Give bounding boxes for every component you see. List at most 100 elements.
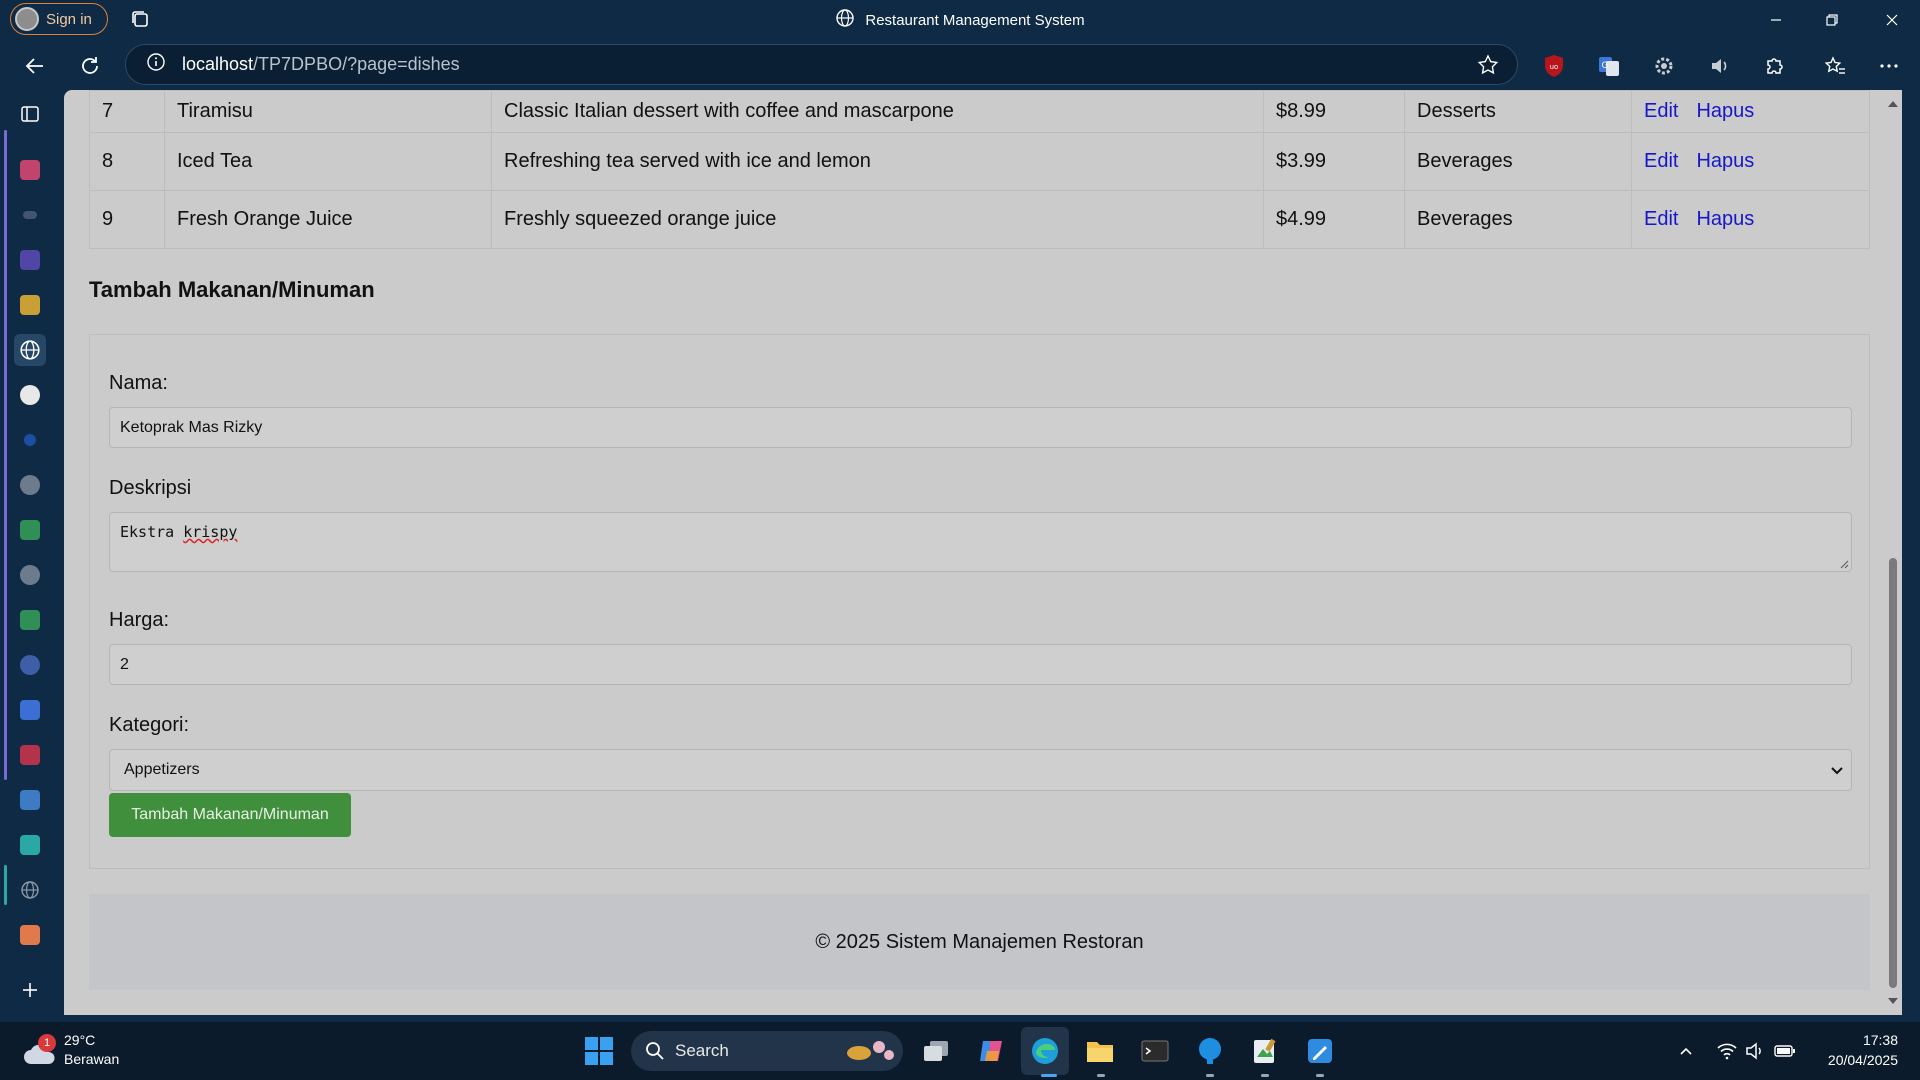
weather-badge: 1	[38, 1034, 56, 1052]
page-viewport: 7 Tiramisu Classic Italian dessert with …	[64, 90, 1902, 1015]
sidebar-tab-globe[interactable]	[14, 874, 46, 906]
app-button-blue[interactable]	[1194, 1035, 1226, 1067]
favorites-icon[interactable]	[1819, 50, 1851, 82]
edge-icon	[1032, 1038, 1058, 1064]
weather-widget[interactable]: 1 29°C Berawan	[22, 1030, 142, 1072]
cell-price: $4.99	[1263, 190, 1405, 249]
sidebar-tab-chatgpt[interactable]	[14, 379, 46, 411]
sign-in-button[interactable]: Sign in	[10, 3, 108, 35]
table-row: 7 Tiramisu Classic Italian dessert with …	[89, 90, 1870, 133]
sidebar-tab-2[interactable]	[14, 199, 46, 231]
cell-category: Beverages	[1404, 190, 1632, 249]
clock-time: 17:38	[1862, 1032, 1898, 1048]
cell-price: $8.99	[1263, 90, 1405, 133]
close-window-button[interactable]	[1864, 0, 1920, 40]
new-tab-button[interactable]	[14, 974, 46, 1006]
read-aloud-extension-icon[interactable]	[1703, 50, 1735, 82]
sidebar-tab-drive[interactable]	[14, 514, 46, 546]
vertical-tabs-icon[interactable]	[14, 98, 46, 130]
submit-add-dish-button[interactable]: Tambah Makanan/Minuman	[109, 793, 351, 837]
cell-actions: Edit Hapus	[1631, 190, 1870, 249]
workspaces-icon[interactable]	[128, 8, 152, 32]
github-icon	[20, 475, 40, 495]
sidebar-tab-4[interactable]	[14, 289, 46, 321]
cell-id: 8	[89, 132, 165, 191]
sidebar-tab-docs[interactable]	[14, 694, 46, 726]
extensions-puzzle-icon[interactable]	[1758, 50, 1790, 82]
svg-text:uo: uo	[1550, 63, 1559, 71]
docs-icon	[20, 700, 40, 720]
sidebar-tab-github[interactable]	[14, 469, 46, 501]
edit-link[interactable]: Edit	[1644, 100, 1678, 122]
sidebar-tab-player[interactable]	[14, 784, 46, 816]
sidebar-tab-search[interactable]	[14, 424, 46, 456]
sidebar-tab-media[interactable]	[14, 919, 46, 951]
ublock-extension-icon[interactable]: uo	[1538, 50, 1570, 82]
favorite-star-icon[interactable]	[1477, 54, 1499, 81]
tray-overflow-button[interactable]	[1678, 1040, 1694, 1062]
tab-group-indicator-2	[4, 865, 7, 905]
minimize-button[interactable]	[1748, 0, 1804, 40]
sidebar-tab-3[interactable]	[14, 244, 46, 276]
file-explorer-button[interactable]	[1084, 1035, 1116, 1067]
translate-extension-icon[interactable]: G	[1593, 50, 1625, 82]
sidebar-tab-current[interactable]	[14, 334, 46, 366]
price-input[interactable]: 2	[109, 644, 1852, 685]
globe-icon	[20, 340, 40, 360]
clock-date: 20/04/2025	[1827, 1052, 1898, 1068]
task-view-button[interactable]	[920, 1035, 952, 1067]
delete-link[interactable]: Hapus	[1696, 100, 1754, 122]
edit-link[interactable]: Edit	[1644, 208, 1678, 230]
site-icon	[23, 211, 37, 219]
edge-taskbar-button[interactable]	[1029, 1035, 1061, 1067]
category-select[interactable]: Appetizers	[109, 749, 1852, 791]
site-info-icon[interactable]	[146, 52, 166, 77]
scroll-up-arrow-icon[interactable]	[1887, 98, 1899, 110]
scrollbar-thumb[interactable]	[1889, 558, 1897, 988]
terminal-button[interactable]	[1139, 1035, 1171, 1067]
sidebar-tab-chrome[interactable]	[14, 649, 46, 681]
resize-handle-icon[interactable]	[1839, 559, 1849, 569]
taskbar-clock[interactable]: 17:38 20/04/2025	[1828, 1030, 1898, 1070]
sidebar-tab-edit[interactable]	[14, 829, 46, 861]
footer-text: © 2025 Sistem Manajemen Restoran	[815, 930, 1144, 953]
network-button[interactable]	[1716, 1040, 1738, 1062]
back-button[interactable]	[19, 50, 51, 82]
edit-link[interactable]: Edit	[1644, 150, 1678, 172]
price-label: Harga:	[109, 609, 170, 631]
taskbar-search[interactable]: Search	[631, 1031, 903, 1071]
reload-button[interactable]	[74, 50, 106, 82]
sidebar-tab-pdf[interactable]	[14, 739, 46, 771]
volume-button[interactable]	[1745, 1040, 1765, 1062]
copilot-button[interactable]	[975, 1035, 1007, 1067]
window-title-text: Restaurant Management System	[865, 11, 1085, 29]
delete-link[interactable]: Hapus	[1696, 150, 1754, 172]
notepad-button[interactable]	[1249, 1035, 1281, 1067]
restore-button[interactable]	[1804, 0, 1860, 40]
back-arrow-icon	[25, 58, 43, 74]
list-icon	[20, 250, 40, 270]
battery-button[interactable]	[1774, 1040, 1796, 1062]
task-view-icon	[924, 1041, 948, 1061]
sidebar-tab-yahoo[interactable]	[14, 154, 46, 186]
name-input[interactable]: Ketoprak Mas Rizky	[109, 407, 1852, 448]
category-select-value: Appetizers	[124, 761, 200, 778]
sidebar-tab-github-2[interactable]	[14, 559, 46, 591]
delete-link[interactable]: Hapus	[1696, 208, 1754, 230]
search-label: Search	[675, 1041, 729, 1060]
edge-active-indicator	[1041, 1074, 1057, 1077]
address-bar[interactable]: localhost/TP7DPBO/?page=dishes	[125, 44, 1518, 85]
scroll-down-arrow-icon[interactable]	[1887, 995, 1899, 1007]
price-input-value: 2	[120, 655, 129, 673]
description-textarea[interactable]: Ekstra krispy	[109, 512, 1852, 572]
page-scrollbar[interactable]	[1884, 90, 1902, 1015]
edit-icon	[20, 835, 40, 855]
cell-description: Freshly squeezed orange juice	[491, 190, 1264, 249]
paint-button[interactable]	[1304, 1035, 1336, 1067]
sidebar-tab-drive-2[interactable]	[14, 604, 46, 636]
copilot-icon	[980, 1041, 1002, 1061]
start-button[interactable]	[583, 1035, 615, 1067]
settings-extension-icon[interactable]	[1648, 50, 1680, 82]
more-menu-icon[interactable]	[1873, 50, 1905, 82]
cell-name: Fresh Orange Juice	[164, 190, 492, 249]
